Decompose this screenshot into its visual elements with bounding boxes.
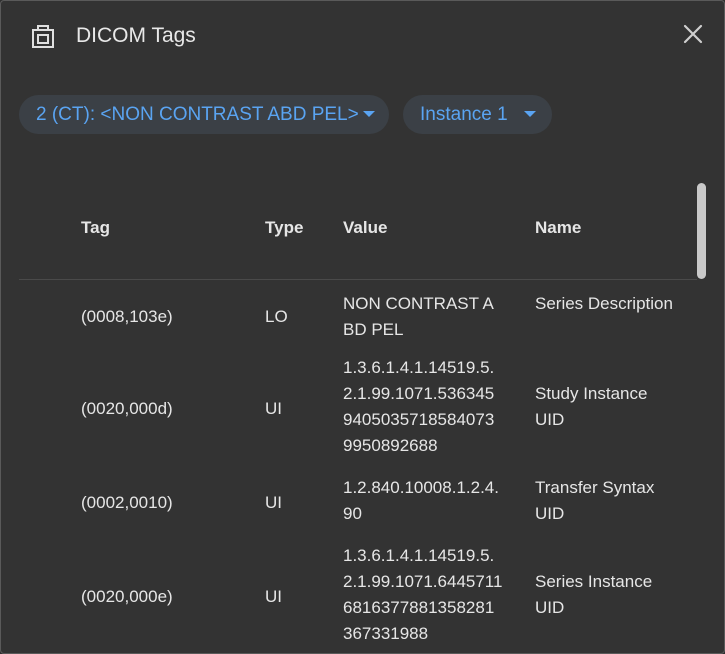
instance-select-label: Instance 1 <box>420 104 508 125</box>
column-header-tag: Tag <box>81 218 110 237</box>
close-button[interactable] <box>679 20 707 48</box>
column-header-value: Value <box>343 218 388 237</box>
cell-value: 1.2.840.10008.1.2.4.90 <box>343 478 499 523</box>
cell-tag: (0008,103e) <box>81 307 173 326</box>
table-row: (0020,000e) UI 1.3.6.1.4.1.14519.5.2.1.9… <box>19 543 697 653</box>
cell-tag: (0020,000d) <box>81 399 173 418</box>
dicom-tags-table: Tag Type Value Name (0008,103e) LO NON C… <box>19 185 697 653</box>
cell-type: LO <box>265 307 288 326</box>
table-row: (0020,000d) UI 1.3.6.1.4.1.14519.5.2.1.9… <box>19 355 697 463</box>
cell-name: Series Description <box>535 294 673 313</box>
cell-name: Series Instance UID <box>535 572 653 617</box>
column-header-type: Type <box>265 218 304 237</box>
tag-browser-icon <box>29 22 57 50</box>
cell-value: NON CONTRAST ABD PEL <box>343 294 494 339</box>
cell-type: UI <box>265 399 282 418</box>
table-row: (0008,103e) LO NON CONTRAST ABD PEL Seri… <box>19 289 697 357</box>
chevron-down-icon <box>363 111 375 117</box>
series-select-label: 2 (CT): <NON CONTRAST ABD PEL> <box>36 104 359 125</box>
dialog-header: DICOM Tags <box>1 1 724 71</box>
cell-name: Study Instance UID <box>535 384 648 429</box>
cell-tag: (0020,000e) <box>81 587 173 606</box>
table-row: (0002,0010) UI 1.2.840.10008.1.2.4.90 Tr… <box>19 473 697 533</box>
cell-type: UI <box>265 587 282 606</box>
dialog-title: DICOM Tags <box>76 24 196 47</box>
dicom-tags-dialog: DICOM Tags 2 (CT): <NON CONTRAST ABD PEL… <box>0 0 725 654</box>
cell-value: 1.3.6.1.4.1.14519.5.2.1.99.1071.53634594… <box>343 358 495 455</box>
instance-select[interactable]: Instance 1 <box>403 95 552 134</box>
cell-value: 1.3.6.1.4.1.14519.5.2.1.99.1071.64457116… <box>343 546 503 643</box>
cell-name: Transfer Syntax UID <box>535 478 655 523</box>
chevron-down-icon <box>524 111 536 117</box>
cell-type: UI <box>265 493 282 512</box>
column-header-name: Name <box>535 218 582 237</box>
scrollbar-thumb[interactable] <box>697 183 706 279</box>
series-select[interactable]: 2 (CT): <NON CONTRAST ABD PEL> <box>19 95 389 134</box>
cell-tag: (0002,0010) <box>81 493 173 512</box>
close-icon <box>683 24 703 44</box>
table-header: Tag Type Value Name <box>19 185 697 280</box>
